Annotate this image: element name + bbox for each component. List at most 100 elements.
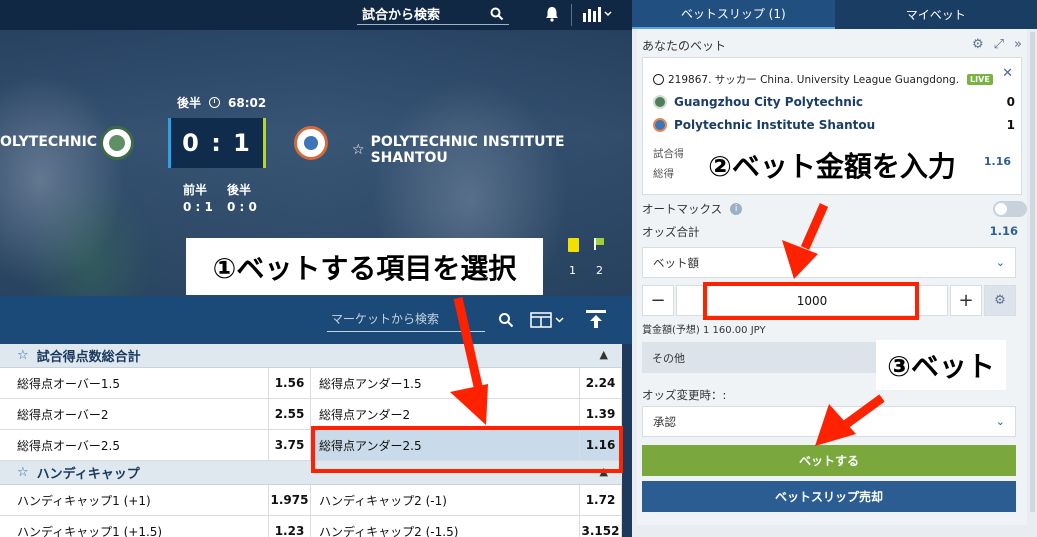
- highlight-frame-stake: [703, 282, 919, 320]
- odds-value: 1.23: [268, 516, 310, 537]
- automax-row: オートマックス i: [642, 201, 743, 217]
- table-row: ハンディキャップ1 (+1) 1.975 ハンディキャップ2 (-1) 1.72: [0, 485, 622, 516]
- bet-amount-select[interactable]: ベット額 ⌄: [642, 247, 1016, 278]
- odds-value: 3.75: [268, 430, 310, 460]
- scoreboard: 0 : 1: [168, 118, 266, 168]
- outcome-label: 総得点オーバー2.5: [17, 438, 120, 453]
- automax-label: オートマックス: [642, 202, 723, 216]
- outcome-handicap1-plus1-5[interactable]: ハンディキャップ1 (+1.5) 1.23: [0, 516, 311, 537]
- decrease-stake-button[interactable]: −: [642, 285, 674, 316]
- clock-icon: [209, 97, 221, 108]
- star-icon[interactable]: ☆: [17, 465, 29, 480]
- layout-toggle-icon[interactable]: [530, 312, 566, 328]
- bet-title-text: 219867. サッカー China. University League Gu…: [668, 74, 960, 86]
- stake-settings-gear-icon[interactable]: ⚙: [984, 285, 1016, 316]
- team1-name: Guangzhou City Polytechnic: [674, 95, 864, 109]
- stats-icon[interactable]: [582, 5, 612, 23]
- outcome-over-1-5[interactable]: 総得点オーバー1.5 1.56: [0, 368, 311, 398]
- odds-value: 2.24: [579, 368, 621, 398]
- corner-flag-icon: [594, 238, 604, 250]
- match-search-label: 試合から検索: [362, 8, 441, 23]
- table-row: 総得点オーバー1.5 1.56 総得点アンダー1.5 2.24: [0, 368, 622, 399]
- outcome-label: ハンディキャップ2 (-1.5): [319, 524, 459, 537]
- info-icon[interactable]: i: [730, 203, 743, 215]
- odds-value: 1.975: [268, 485, 310, 515]
- match-stats-cards: 1 2: [566, 238, 606, 278]
- match-period: 後半 68:02: [177, 94, 266, 111]
- market-search-input[interactable]: マーケットから検索: [327, 308, 485, 332]
- outcome-over-2-5[interactable]: 総得点オーバー2.5 3.75: [0, 430, 311, 460]
- odds-change-select[interactable]: 承認 ⌄: [642, 406, 1016, 437]
- slip-tabs: ベットスリップ (1) マイベット: [632, 0, 1037, 29]
- star-icon[interactable]: ☆: [17, 348, 29, 363]
- outcome-label: 総得点アンダー2: [319, 407, 411, 422]
- soccer-ball-icon: [653, 74, 664, 85]
- expected-payout: 賞金額(予想) 1 160.00 JPY: [642, 325, 766, 336]
- market-title: ハンディキャップ: [36, 467, 140, 482]
- odds-total-label: オッズ合計: [642, 225, 700, 239]
- first-half-score: 0 : 1: [183, 200, 213, 214]
- odds-value: 1.72: [579, 485, 621, 515]
- close-icon[interactable]: ✕: [1002, 66, 1013, 81]
- outcome-under-1-5[interactable]: 総得点アンダー1.5 2.24: [311, 368, 622, 398]
- tab-bet-slip[interactable]: ベットスリップ (1): [632, 0, 835, 29]
- chevron-down-icon: ⌄: [995, 415, 1005, 428]
- outcome-handicap2-minus1-5[interactable]: ハンディキャップ2 (-1.5) 3.152: [311, 516, 622, 537]
- odds-total-row: オッズ合計 1.16: [642, 224, 1018, 240]
- bet-card-odds: 1.16: [983, 155, 1011, 168]
- first-half-label: 前半: [183, 183, 208, 197]
- match-time: 68:02: [228, 95, 267, 110]
- home-team-crest: [100, 126, 134, 160]
- outcome-label: 総得点アンダー1.5: [319, 376, 422, 391]
- automax-toggle[interactable]: [993, 201, 1027, 217]
- top-bar: 試合から検索: [0, 0, 632, 30]
- expand-icon[interactable]: ⤢: [994, 37, 1004, 52]
- increase-stake-button[interactable]: +: [950, 285, 982, 316]
- search-icon[interactable]: [498, 312, 514, 328]
- tab-my-bets[interactable]: マイベット: [834, 0, 1037, 29]
- outcome-label: ハンディキャップ2 (-1): [319, 493, 447, 508]
- gear-icon[interactable]: ⚙: [972, 37, 984, 52]
- team2-name: Polytechnic Institute Shantou: [674, 118, 876, 132]
- chevron-up-icon[interactable]: ▲: [600, 348, 608, 361]
- market-toolbar: マーケットから検索: [0, 296, 632, 344]
- outcome-label: ハンディキャップ1 (+1): [17, 493, 151, 508]
- odds-total-value: 1.16: [989, 224, 1018, 238]
- outcome-handicap2-minus1[interactable]: ハンディキャップ2 (-1) 1.72: [311, 485, 622, 515]
- sell-bet-slip-button[interactable]: ベットスリップ売却: [642, 481, 1016, 512]
- team2-crest: [653, 118, 667, 132]
- scrollbar[interactable]: [1030, 32, 1035, 512]
- highlight-frame-selection: [311, 426, 623, 473]
- outcome-handicap1-plus1[interactable]: ハンディキャップ1 (+1) 1.975: [0, 485, 311, 515]
- team2-score: 1: [1006, 118, 1015, 132]
- team1-crest: [653, 95, 667, 109]
- approve-label: 承認: [653, 414, 676, 429]
- collapse-all-icon[interactable]: [585, 309, 607, 329]
- match-search[interactable]: 試合から検索: [357, 3, 509, 25]
- team1-line: Guangzhou City Polytechnic 0: [653, 95, 1015, 109]
- bell-icon[interactable]: [543, 5, 561, 23]
- double-chevron-right-icon[interactable]: »: [1014, 37, 1022, 52]
- slip-tools: ⚙ ⤢ »: [972, 37, 1022, 52]
- live-badge: LIVE: [967, 74, 993, 85]
- market-header-total-goals[interactable]: ☆ 試合得点数総合計 ▲: [0, 344, 622, 368]
- outcome-over-2[interactable]: 総得点オーバー2 2.55: [0, 399, 311, 429]
- place-bet-button[interactable]: ベットする: [642, 445, 1016, 476]
- second-half-label: 後半: [227, 183, 252, 197]
- search-icon: [490, 7, 504, 20]
- outcome-label: 総得点オーバー2: [17, 407, 109, 422]
- outcome-name-partial: 総得: [653, 168, 674, 180]
- away-team: ☆ POLYTECHNIC INSTITUTE SHANTOU: [352, 134, 632, 166]
- away-team-crest: [294, 126, 328, 160]
- market-title: 試合得点数総合計: [36, 350, 141, 365]
- callout-step3: ③ベット: [876, 340, 1006, 390]
- yellow-card-icon: [568, 238, 579, 252]
- odds-value: 1.56: [268, 368, 310, 398]
- other-option[interactable]: その他: [642, 342, 890, 373]
- corner-count: 2: [596, 264, 603, 277]
- bet-title: 219867. サッカー China. University League Gu…: [653, 72, 993, 87]
- bet-slip-body: あなたのベット ⚙ ⤢ » 219867. サッカー China. Univer…: [637, 29, 1027, 525]
- outcome-under-2[interactable]: 総得点アンダー2 1.39: [311, 399, 622, 429]
- favorite-star-icon[interactable]: ☆: [352, 142, 365, 158]
- your-bet-heading: あなたのベット: [642, 39, 727, 53]
